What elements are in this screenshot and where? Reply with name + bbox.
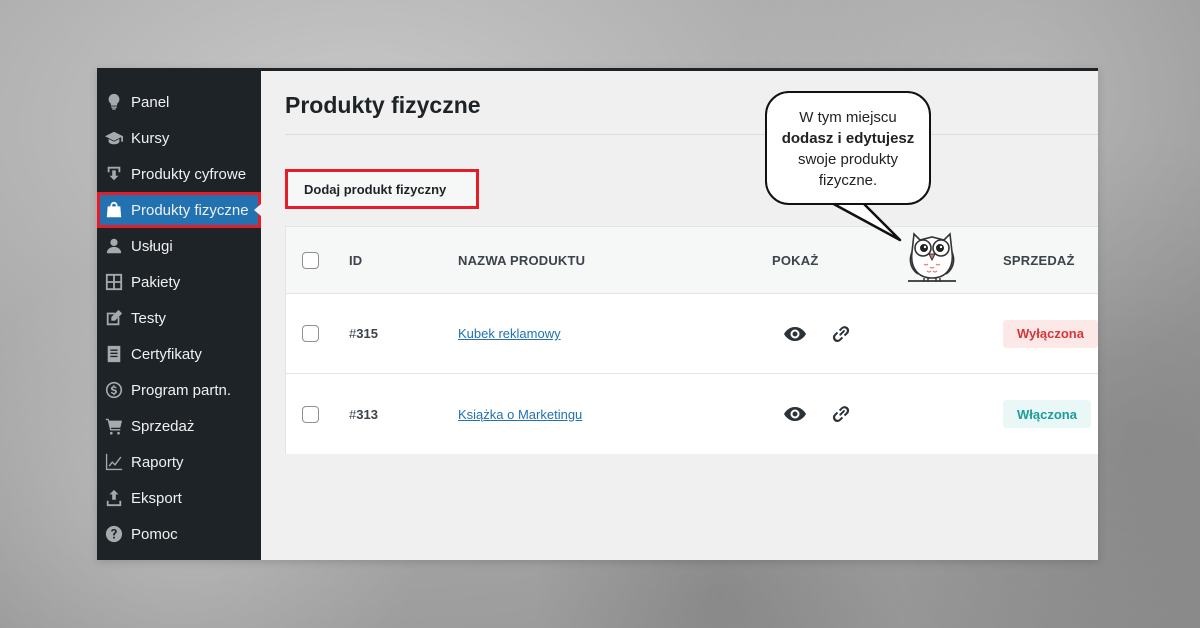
- upload-icon: [103, 487, 125, 509]
- sidebar-item-label: Produkty fizyczne: [131, 201, 249, 219]
- product-id-number: 315: [356, 326, 378, 341]
- person-icon: [103, 235, 125, 257]
- eye-icon[interactable]: [782, 321, 808, 347]
- active-indicator-arrow: [254, 204, 261, 216]
- eye-icon[interactable]: [782, 401, 808, 427]
- sidebar-item-sprzedaz[interactable]: Sprzedaż: [97, 408, 261, 444]
- cart-icon: [103, 415, 125, 437]
- sidebar-item-label: Testy: [131, 309, 167, 327]
- callout-line-bold: dodasz i edytujesz: [781, 130, 915, 147]
- title-divider: [285, 134, 1098, 135]
- column-header-name[interactable]: NAZWA PRODUKTU: [458, 227, 585, 293]
- sidebar-item-label: Produkty cyfrowe: [131, 165, 247, 183]
- sidebar-item-label: Pomoc: [131, 525, 178, 543]
- sidebar-item-label: Certyfikaty: [131, 345, 202, 363]
- main-content: Produkty fizyczne Dodaj produkt fizyczny…: [261, 68, 1098, 560]
- sidebar-item-label: Kursy: [131, 129, 170, 147]
- link-icon[interactable]: [828, 321, 854, 347]
- id-hash: #: [349, 406, 357, 422]
- table-header: ID NAZWA PRODUKTU POKAŻ SPRZEDAŻ: [286, 227, 1098, 294]
- speech-bubble: W tym miejscu dodasz i edytujesz swoje p…: [765, 91, 931, 205]
- callout-line: swoje produkty: [797, 151, 899, 168]
- product-id-number: 313: [356, 406, 378, 422]
- speech-bubble-tail: [829, 200, 902, 242]
- status-badge[interactable]: Włączona: [1003, 400, 1091, 428]
- sidebar-item-label: Sprzedaż: [131, 417, 195, 435]
- sidebar-item-label: Eksport: [131, 489, 182, 507]
- grid-icon: [103, 271, 125, 293]
- status-badge[interactable]: Wyłączona: [1003, 319, 1098, 348]
- page-title: Produkty fizyczne: [285, 92, 481, 118]
- sidebar-item-produkty-cyfrowe[interactable]: Produkty cyfrowe: [97, 156, 261, 192]
- callout-line: W tym miejscu: [799, 109, 897, 126]
- sidebar-item-label: Usługi: [131, 237, 173, 255]
- sidebar-item-raporty[interactable]: Raporty: [97, 444, 261, 480]
- callout-line: fizyczne.: [818, 172, 878, 189]
- owl-mascot-icon: [908, 232, 956, 282]
- products-table: ID NAZWA PRODUKTU POKAŻ SPRZEDAŻ #315 Ku…: [285, 226, 1098, 454]
- document-icon: [103, 343, 125, 365]
- sidebar-item-eksport[interactable]: Eksport: [97, 480, 261, 516]
- sidebar-item-kursy[interactable]: Kursy: [97, 120, 261, 156]
- sidebar-item-program-partn[interactable]: Program partn.: [97, 372, 261, 408]
- sidebar-item-panel[interactable]: Panel: [97, 84, 261, 120]
- sidebar-item-label: Program partn.: [131, 381, 232, 399]
- product-name-link[interactable]: Książka o Marketingu: [458, 407, 582, 422]
- row-checkbox[interactable]: [302, 405, 319, 423]
- sidebar-item-label: Raporty: [131, 453, 184, 471]
- download-icon: [103, 163, 125, 185]
- column-header-show: POKAŻ: [772, 252, 819, 268]
- sidebar-item-label: Panel: [131, 93, 170, 111]
- sidebar-item-pakiety[interactable]: Pakiety: [97, 264, 261, 300]
- add-physical-product-button[interactable]: Dodaj produkt fizyczny: [285, 169, 479, 209]
- shopping-bag-icon: [103, 199, 125, 221]
- lightbulb-icon: [103, 91, 125, 113]
- id-hash: #: [349, 326, 357, 341]
- sidebar-item-uslugi[interactable]: Usługi: [97, 228, 261, 264]
- column-header-sale: SPRZEDAŻ: [1003, 252, 1075, 268]
- select-all-checkbox[interactable]: [302, 251, 319, 269]
- graduation-cap-icon: [103, 127, 125, 149]
- table-row: #313 Książka o Marketingu Włączona: [286, 374, 1098, 454]
- sidebar-item-label: Pakiety: [131, 273, 181, 291]
- help-icon: [103, 523, 125, 545]
- dollar-icon: [103, 379, 125, 401]
- product-id: #315: [349, 294, 378, 373]
- edit-icon: [103, 307, 125, 329]
- column-header-id[interactable]: ID: [349, 227, 362, 293]
- row-checkbox[interactable]: [302, 325, 319, 342]
- product-id: #313: [349, 374, 378, 454]
- sidebar-item-produkty-fizyczne[interactable]: Produkty fizyczne: [97, 192, 261, 228]
- product-name-link[interactable]: Kubek reklamowy: [458, 326, 561, 341]
- admin-sidebar: Panel Kursy Produkty cyfrowe Produkty fi…: [97, 68, 261, 560]
- sidebar-item-testy[interactable]: Testy: [97, 300, 261, 336]
- chart-icon: [103, 451, 125, 473]
- link-icon[interactable]: [828, 401, 854, 427]
- sidebar-item-certyfikaty[interactable]: Certyfikaty: [97, 336, 261, 372]
- table-row: #315 Kubek reklamowy Wyłączona: [286, 294, 1098, 374]
- sidebar-item-pomoc[interactable]: Pomoc: [97, 516, 261, 552]
- app-window: Panel Kursy Produkty cyfrowe Produkty fi…: [97, 68, 1098, 560]
